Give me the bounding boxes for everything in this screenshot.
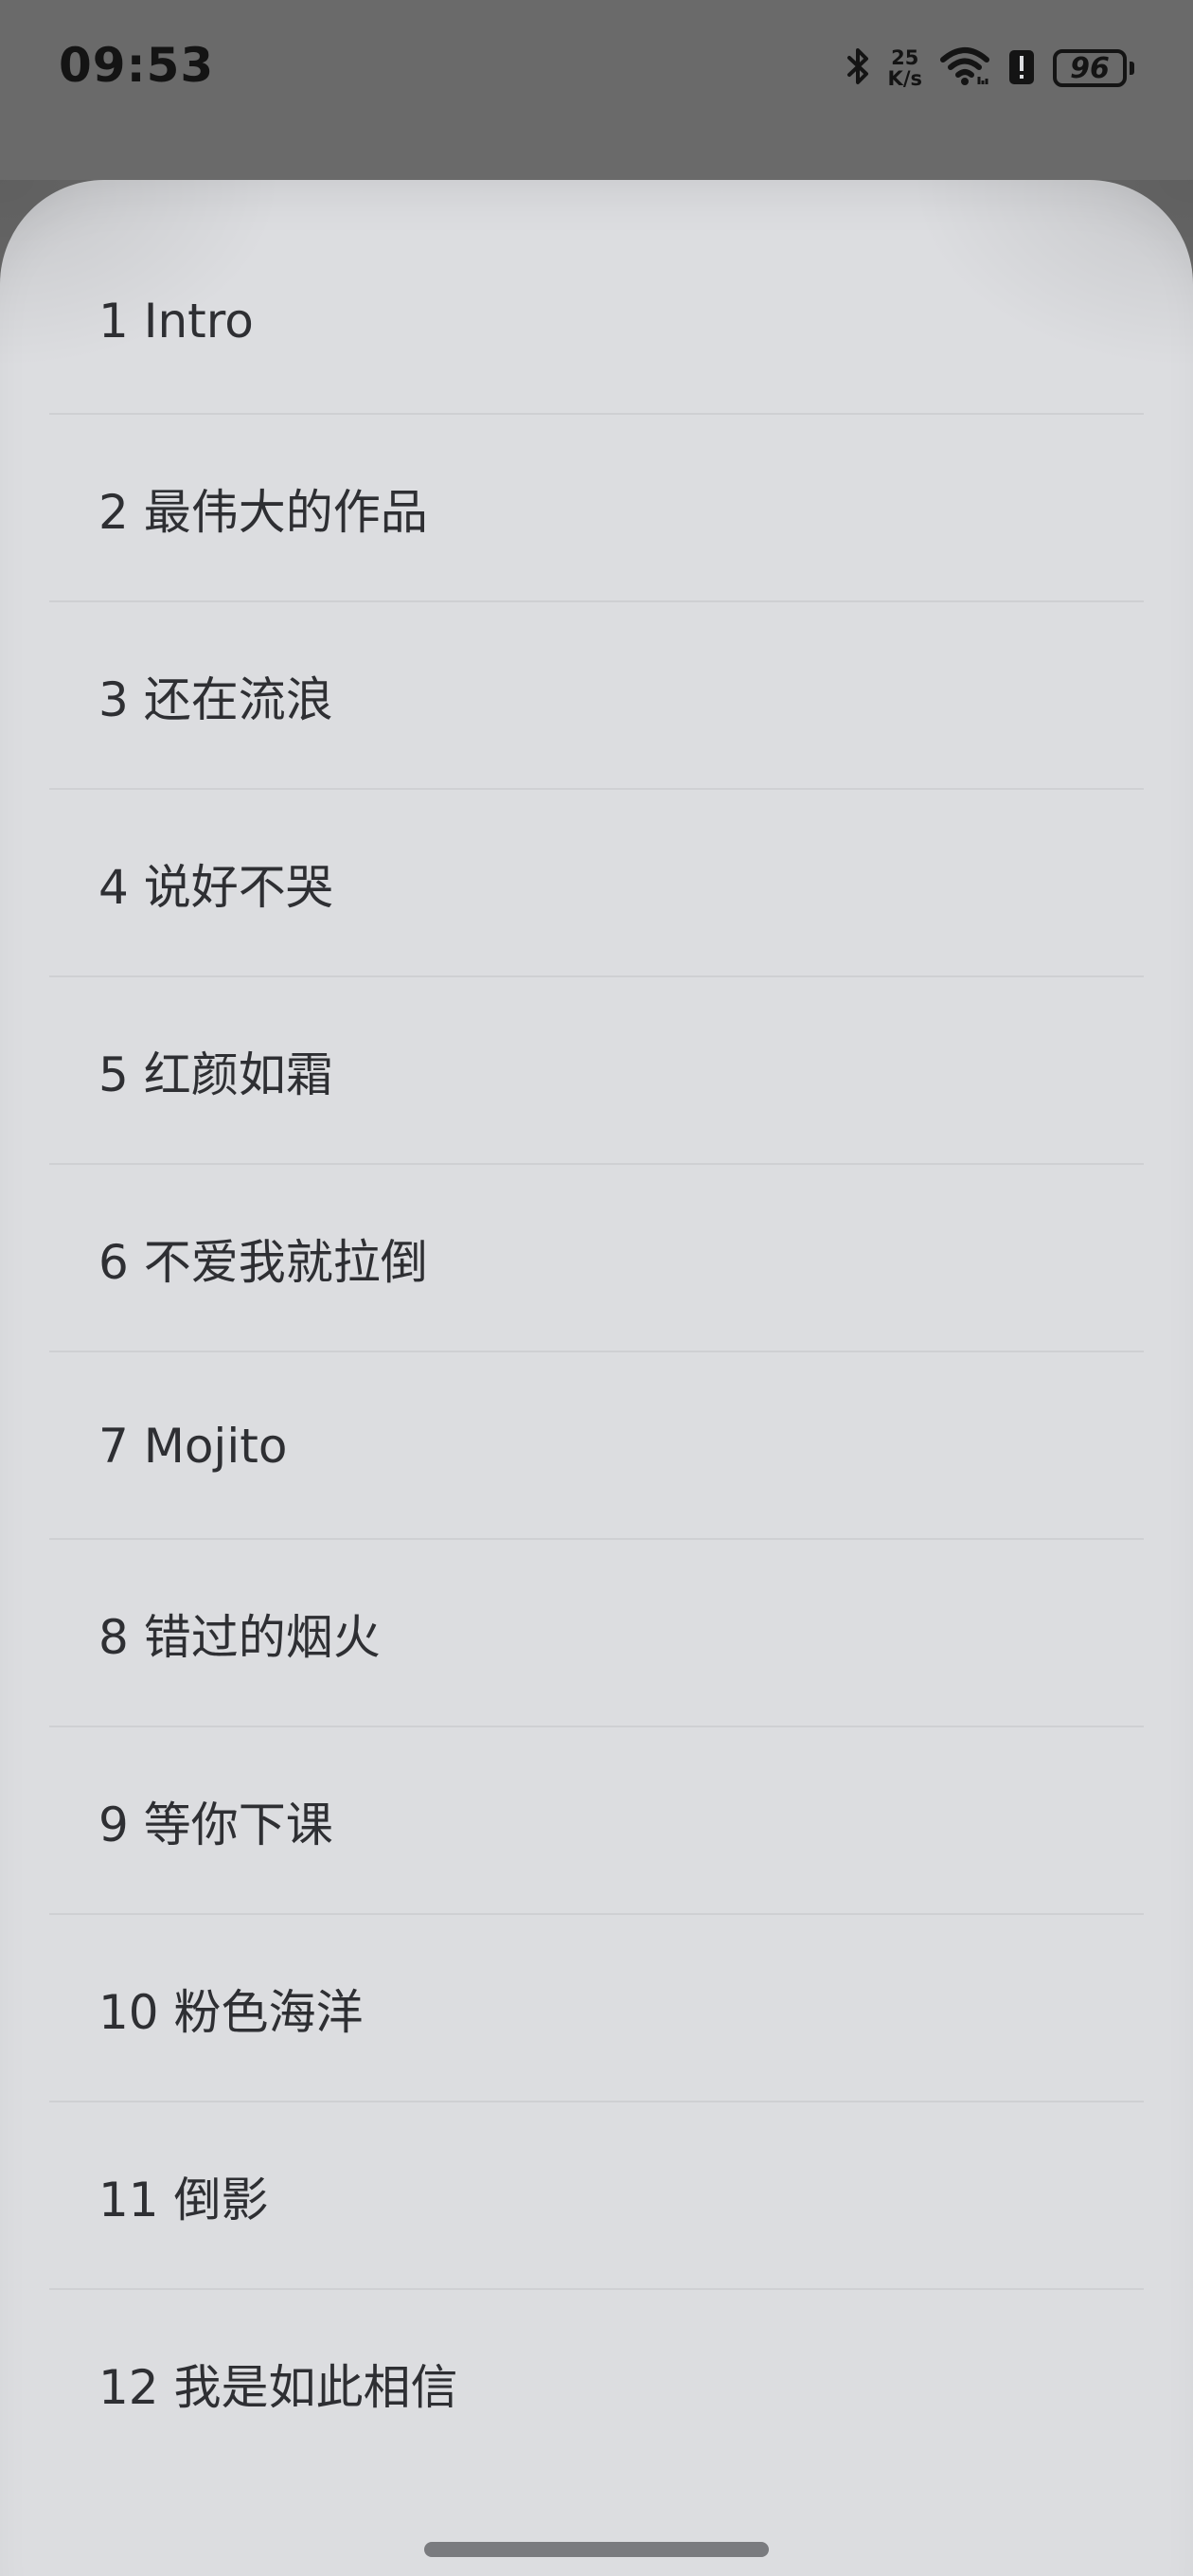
track-list-item[interactable]: 9 等你下课 xyxy=(0,1727,1193,1915)
wifi-icon xyxy=(939,46,990,90)
screen: 09:53 25 K/s 96 1 Intro 2 最伟大的作品 3 还在流浪 … xyxy=(0,0,1193,2576)
alert-icon xyxy=(1007,46,1036,90)
track-list-item[interactable]: 2 最伟大的作品 xyxy=(0,415,1193,602)
network-speed-value: 25 xyxy=(891,46,919,69)
track-label: 2 最伟大的作品 xyxy=(98,485,428,540)
track-list-sheet: 1 Intro 2 最伟大的作品 3 还在流浪 4 说好不哭 5 红颜如霜 6 不爱我就拉… xyxy=(0,180,1193,2576)
track-label: 3 还在流浪 xyxy=(98,672,333,727)
battery-tip xyxy=(1130,62,1134,75)
track-label: 10 粉色海洋 xyxy=(98,1985,364,2040)
track-list-item[interactable]: 7 Mojito xyxy=(0,1352,1193,1540)
track-list-item[interactable]: 1 Intro xyxy=(0,227,1193,415)
track-label: 7 Mojito xyxy=(98,1419,288,1474)
bluetooth-icon xyxy=(846,46,871,90)
track-label: 11 倒影 xyxy=(98,2173,269,2227)
battery-icon: 96 xyxy=(1053,49,1134,87)
track-label: 1 Intro xyxy=(98,294,254,349)
track-label: 9 等你下课 xyxy=(98,1798,333,1852)
track-list-item[interactable]: 11 倒影 xyxy=(0,2102,1193,2290)
battery-level: 96 xyxy=(1053,49,1127,87)
status-bar: 09:53 25 K/s 96 xyxy=(0,0,1193,133)
track-list-item[interactable]: 10 粉色海洋 xyxy=(0,1915,1193,2102)
track-list-item[interactable]: 12 我是如此相信 xyxy=(0,2290,1193,2478)
track-list-item[interactable]: 4 说好不哭 xyxy=(0,790,1193,977)
track-label: 5 红颜如霜 xyxy=(98,1047,333,1102)
track-label: 12 我是如此相信 xyxy=(98,2360,458,2415)
status-time: 09:53 xyxy=(59,38,215,93)
track-list-item[interactable]: 8 错过的烟火 xyxy=(0,1540,1193,1727)
track-label: 6 不爱我就拉倒 xyxy=(98,1235,428,1290)
network-speed-unit: K/s xyxy=(887,67,922,90)
track-list-item[interactable]: 6 不爱我就拉倒 xyxy=(0,1165,1193,1352)
track-list: 1 Intro 2 最伟大的作品 3 还在流浪 4 说好不哭 5 红颜如霜 6 不爱我就拉… xyxy=(0,227,1193,2478)
track-list-item[interactable]: 5 红颜如霜 xyxy=(0,977,1193,1165)
status-icons: 25 K/s 96 xyxy=(846,42,1134,95)
home-indicator[interactable] xyxy=(424,2542,769,2557)
track-label: 8 错过的烟火 xyxy=(98,1610,381,1665)
network-speed: 25 K/s xyxy=(888,47,922,89)
track-label: 4 说好不哭 xyxy=(98,860,333,915)
track-list-item[interactable]: 3 还在流浪 xyxy=(0,602,1193,790)
